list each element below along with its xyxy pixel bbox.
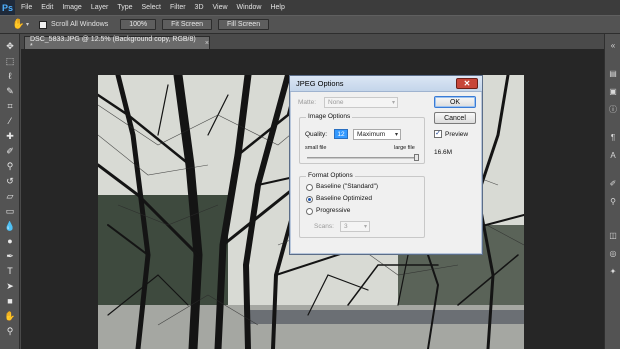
paths-panel-icon[interactable]: ✦ [607, 266, 619, 278]
quality-value: 12 [337, 130, 345, 138]
shape-tool-icon[interactable]: ■ [4, 295, 16, 307]
tools-panel: ✥ ⬚ ℓ ✎ ⌗ ⁄ ✚ ✐ ⚲ ↺ ▱ ▭ 💧 ● ✒ T ➤ ■ ✋ ⚲ [0, 34, 20, 349]
menu-window[interactable]: Window [237, 4, 262, 11]
close-icon[interactable]: × [205, 40, 209, 47]
preview-checkbox[interactable]: ✓ [434, 130, 442, 138]
clone-stamp-icon[interactable]: ⚲ [4, 160, 16, 172]
cancel-button[interactable]: Cancel [434, 112, 476, 124]
tool-preset-caret-icon[interactable]: ▾ [26, 21, 29, 28]
format-label-baseline-optimized: Baseline Optimized [316, 195, 372, 202]
quality-slider-track[interactable] [307, 157, 417, 159]
history-panel-icon[interactable]: ▤ [607, 68, 619, 80]
large-file-label: large file [394, 145, 415, 151]
matte-value: None [328, 99, 344, 106]
brush-panel-icon[interactable]: ✐ [607, 178, 619, 190]
document-tab-title: DSC_5833.JPG @ 12.5% (Background copy, R… [30, 36, 196, 50]
menu-edit[interactable]: Edit [41, 4, 53, 11]
healing-brush-icon[interactable]: ✚ [4, 130, 16, 142]
chevron-down-icon: ▾ [394, 132, 398, 138]
properties-panel-icon[interactable]: ▣ [607, 86, 619, 98]
quality-slider-thumb[interactable] [414, 154, 419, 161]
scans-label: Scans: [314, 223, 334, 230]
chevron-down-icon: ▾ [363, 224, 367, 230]
dialog-title: JPEG Options [296, 79, 344, 88]
menu-image[interactable]: Image [62, 4, 81, 11]
format-radio-progressive[interactable] [306, 208, 313, 215]
quality-preset-select[interactable]: Maximum ▾ [353, 129, 401, 140]
quality-input[interactable]: 12 [334, 129, 348, 139]
file-size-readout: 16.6M [434, 149, 453, 156]
ok-button[interactable]: OK [434, 96, 476, 108]
zoom-100-button[interactable]: 100% [120, 19, 157, 30]
quick-select-tool-icon[interactable]: ✎ [4, 85, 16, 97]
scroll-all-windows-label: Scroll All Windows [51, 21, 109, 28]
menu-select[interactable]: Select [142, 4, 161, 11]
history-brush-icon[interactable]: ↺ [4, 175, 16, 187]
menu-help[interactable]: Help [270, 4, 284, 11]
character-panel-icon[interactable]: A [607, 150, 619, 162]
hand-tool-icon[interactable]: ✋ [12, 19, 24, 31]
ok-button-label: OK [449, 98, 461, 106]
scans-value: 3 [344, 223, 348, 230]
menu-layer[interactable]: Layer [91, 4, 109, 11]
format-label-progressive: Progressive [316, 207, 351, 214]
options-bar: ✋ ▾ Scroll All Windows 100% Fit Screen F… [0, 15, 620, 34]
gradient-tool-icon[interactable]: ▭ [4, 205, 16, 217]
format-radio-baseline-standard[interactable] [306, 184, 313, 191]
type-tool-icon[interactable]: T [4, 265, 16, 277]
close-icon: ✕ [463, 79, 471, 88]
panel-expand-icon[interactable]: « [607, 40, 619, 52]
format-radio-baseline-optimized[interactable] [306, 196, 313, 203]
menu-type[interactable]: Type [117, 4, 132, 11]
format-label-baseline-standard: Baseline ("Standard") [316, 183, 379, 190]
matte-label: Matte: [298, 99, 317, 106]
menu-filter[interactable]: Filter [170, 4, 186, 11]
paragraph-panel-icon[interactable]: ¶ [607, 132, 619, 144]
eyedropper-tool-icon[interactable]: ⁄ [4, 115, 16, 127]
quality-preset-value: Maximum [357, 131, 386, 138]
zoom-tool-icon[interactable]: ⚲ [4, 325, 16, 337]
scroll-all-windows-checkbox[interactable] [39, 20, 48, 29]
document-tab[interactable]: DSC_5833.JPG @ 12.5% (Background copy, R… [24, 36, 210, 50]
cancel-button-label: Cancel [444, 114, 466, 122]
crop-tool-icon[interactable]: ⌗ [4, 100, 16, 112]
image-options-title: Image Options [306, 113, 353, 120]
hand-tool-panel-icon[interactable]: ✋ [4, 310, 16, 322]
dodge-tool-icon[interactable]: ● [4, 235, 16, 247]
info-panel-icon[interactable]: ⓘ [607, 104, 619, 116]
pen-tool-icon[interactable]: ✒ [4, 250, 16, 262]
preview-label: Preview [445, 131, 469, 138]
format-options-title: Format Options [306, 172, 355, 179]
channels-panel-icon[interactable]: ◎ [607, 248, 619, 260]
marquee-tool-icon[interactable]: ⬚ [4, 55, 16, 67]
fit-screen-button[interactable]: Fit Screen [162, 19, 213, 30]
move-tool-icon[interactable]: ✥ [4, 40, 16, 52]
menu-3d[interactable]: 3D [195, 4, 204, 11]
dialog-title-bar[interactable]: JPEG Options [290, 76, 482, 92]
lasso-tool-icon[interactable]: ℓ [4, 70, 16, 82]
fill-screen-button[interactable]: Fill Screen [218, 19, 270, 30]
photoshop-logo: Ps [0, 0, 15, 15]
panel-dock: « ▤ ▣ ⓘ ¶ A ✐ ⚲ ◫ ◎ ✦ [604, 34, 620, 349]
blur-tool-icon[interactable]: 💧 [4, 220, 16, 232]
path-select-icon[interactable]: ➤ [4, 280, 16, 292]
layers-panel-icon[interactable]: ◫ [607, 230, 619, 242]
menu-view[interactable]: View [213, 4, 228, 11]
scans-select[interactable]: 3 ▾ [340, 221, 370, 232]
dialog-close-button[interactable]: ✕ [456, 78, 478, 89]
small-file-label: small file [305, 145, 327, 151]
menu-file[interactable]: File [21, 4, 32, 11]
eraser-tool-icon[interactable]: ▱ [4, 190, 16, 202]
matte-select[interactable]: None ▾ [324, 97, 398, 108]
chevron-down-icon: ▾ [391, 100, 395, 106]
brush-tool-icon[interactable]: ✐ [4, 145, 16, 157]
quality-label: Quality: [305, 131, 328, 138]
clone-source-icon[interactable]: ⚲ [607, 196, 619, 208]
menu-bar: Ps File Edit Image Layer Type Select Fil… [0, 0, 620, 15]
jpeg-options-dialog: JPEG Options ✕ Matte: None ▾ Image Optio… [289, 75, 483, 255]
